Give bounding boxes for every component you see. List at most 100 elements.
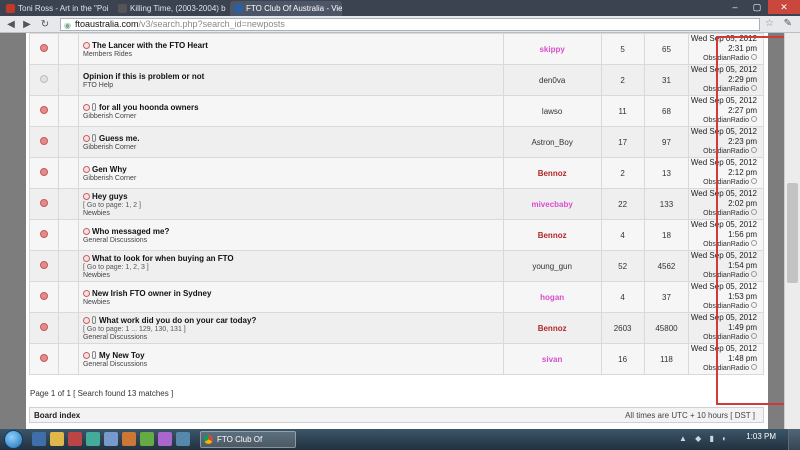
- back-arrow-icon[interactable]: ◀: [4, 18, 18, 31]
- app-icon[interactable]: [122, 432, 136, 446]
- taskbar-chrome-window[interactable]: FTO Club Of Austral...: [200, 431, 296, 448]
- minimize-button[interactable]: –: [724, 0, 746, 14]
- topic-title-link[interactable]: Who messaged me?: [92, 227, 169, 236]
- topic-author-link[interactable]: Bennoz: [538, 169, 567, 178]
- topic-author-link[interactable]: mivecbaby: [531, 200, 572, 209]
- topic-title-link[interactable]: Gen Why: [92, 165, 127, 174]
- topic-title-link[interactable]: Hey guys: [92, 192, 128, 201]
- scrollbar-thumb[interactable]: [787, 183, 798, 283]
- forum-link[interactable]: Members Rides: [83, 51, 132, 58]
- forward-arrow-icon[interactable]: ▶: [20, 18, 34, 31]
- view-latest-post-icon[interactable]: [751, 364, 757, 370]
- topic-author-link[interactable]: Bennoz: [538, 324, 567, 333]
- topic-title-link[interactable]: My New Toy: [99, 351, 145, 360]
- topic-author-link[interactable]: young_gun: [532, 262, 572, 271]
- topic-title-link[interactable]: for all you hoonda owners: [99, 103, 199, 112]
- app-icon[interactable]: [140, 432, 154, 446]
- view-latest-post-icon[interactable]: [751, 54, 757, 60]
- last-post-author-link[interactable]: ObsidianRadio: [703, 179, 749, 186]
- topic-title-link[interactable]: Opinion if this is problem or not: [83, 72, 204, 81]
- view-latest-post-icon[interactable]: [751, 302, 757, 308]
- folder-icon[interactable]: [50, 432, 64, 446]
- last-post-author-link[interactable]: ObsidianRadio: [703, 117, 749, 124]
- media-player-icon[interactable]: [68, 432, 82, 446]
- view-latest-post-icon[interactable]: [751, 271, 757, 277]
- view-first-unread-icon[interactable]: [82, 192, 90, 200]
- start-button[interactable]: [4, 430, 23, 449]
- forum-link[interactable]: Gibberish Corner: [83, 175, 136, 182]
- topic-author-link[interactable]: skippy: [539, 45, 564, 54]
- view-latest-post-icon[interactable]: [751, 116, 757, 122]
- browser-tab-1[interactable]: Toni Ross - Art in the "Poi: [2, 1, 110, 16]
- ie-icon[interactable]: [32, 432, 46, 446]
- topic-author-link[interactable]: hogan: [540, 293, 564, 302]
- show-desktop-button[interactable]: [788, 429, 800, 450]
- forum-link[interactable]: Newbies: [83, 299, 110, 306]
- view-first-unread-icon[interactable]: [82, 351, 90, 359]
- app-icon[interactable]: [86, 432, 100, 446]
- wrench-icon[interactable]: ✎: [784, 18, 792, 29]
- view-first-unread-icon[interactable]: [82, 103, 90, 111]
- app-icon[interactable]: [104, 432, 118, 446]
- last-post-date: Wed Sep 05, 2012: [690, 282, 757, 291]
- view-first-unread-icon[interactable]: [82, 289, 90, 297]
- last-post-author-link[interactable]: ObsidianRadio: [703, 365, 749, 372]
- app-icon[interactable]: [158, 432, 172, 446]
- view-latest-post-icon[interactable]: [751, 178, 757, 184]
- close-window-button[interactable]: ✕: [768, 0, 800, 14]
- view-latest-post-icon[interactable]: [751, 85, 757, 91]
- board-index-link[interactable]: Board index: [34, 411, 80, 420]
- taskbar-clock[interactable]: 1:03 PM: [746, 432, 776, 441]
- forum-link[interactable]: General Discussions: [83, 334, 147, 341]
- last-post-author-link[interactable]: ObsidianRadio: [703, 272, 749, 279]
- topic-author-link[interactable]: Astron_Boy: [531, 138, 572, 147]
- browser-tab-2[interactable]: Killing Time, (2003-2004) b: [114, 1, 226, 16]
- topic-row: What work did you do on your car today?[…: [29, 312, 764, 344]
- last-post-author-link[interactable]: ObsidianRadio: [703, 334, 749, 341]
- forum-link[interactable]: Gibberish Corner: [83, 144, 136, 151]
- forum-link[interactable]: General Discussions: [83, 361, 147, 368]
- last-post-author-link[interactable]: ObsidianRadio: [703, 241, 749, 248]
- view-latest-post-icon[interactable]: [751, 147, 757, 153]
- topic-title-link[interactable]: What to look for when buying an FTO: [92, 254, 234, 263]
- browser-tab-3[interactable]: FTO Club Of Australia - Vie: [230, 1, 342, 16]
- view-first-unread-icon[interactable]: [82, 41, 90, 49]
- view-first-unread-icon[interactable]: [82, 254, 90, 262]
- last-post-author-link[interactable]: ObsidianRadio: [703, 303, 749, 310]
- topic-title-link[interactable]: Guess me.: [99, 134, 139, 143]
- topic-author-link[interactable]: den0va: [539, 76, 565, 85]
- topic-page-links[interactable]: [ Go to page: 1 ... 129, 130, 131 ]: [83, 326, 503, 333]
- topic-author-link[interactable]: lawso: [542, 107, 562, 116]
- last-post-author-link[interactable]: ObsidianRadio: [703, 148, 749, 155]
- system-tray-icons[interactable]: ▲ ◆ ▮ ◐: [679, 434, 730, 443]
- topic-page-links[interactable]: [ Go to page: 1, 2 ]: [83, 202, 503, 209]
- last-post-time: 1:49 pm: [728, 323, 757, 332]
- topic-title-link[interactable]: What work did you do on your car today?: [99, 316, 256, 325]
- forum-link[interactable]: FTO Help: [83, 82, 113, 89]
- app-icon[interactable]: [176, 432, 190, 446]
- reload-icon[interactable]: ↻: [38, 18, 52, 31]
- view-first-unread-icon[interactable]: [82, 227, 90, 235]
- view-latest-post-icon[interactable]: [751, 209, 757, 215]
- topic-author-link[interactable]: sivan: [542, 355, 562, 364]
- view-first-unread-icon[interactable]: [82, 134, 90, 142]
- view-latest-post-icon[interactable]: [751, 240, 757, 246]
- forum-link[interactable]: Gibberish Corner: [83, 113, 136, 120]
- view-first-unread-icon[interactable]: [82, 165, 90, 173]
- bookmark-star-icon[interactable]: ☆: [765, 18, 774, 29]
- last-post-author-link[interactable]: ObsidianRadio: [703, 210, 749, 217]
- address-bar[interactable]: ◉ ftoaustralia.com/v3/search.php?search_…: [60, 18, 760, 31]
- topic-title-link[interactable]: New Irish FTO owner in Sydney: [92, 289, 211, 298]
- maximize-button[interactable]: ▢: [746, 0, 768, 14]
- forum-link[interactable]: General Discussions: [83, 237, 147, 244]
- topic-title-link[interactable]: The Lancer with the FTO Heart: [92, 41, 208, 50]
- view-first-unread-icon[interactable]: [82, 316, 90, 324]
- view-latest-post-icon[interactable]: [751, 333, 757, 339]
- forum-link[interactable]: Newbies: [83, 272, 110, 279]
- topic-page-links[interactable]: [ Go to page: 1, 2, 3 ]: [83, 264, 503, 271]
- page-scrollbar[interactable]: [784, 33, 800, 429]
- last-post-author-link[interactable]: ObsidianRadio: [703, 86, 749, 93]
- forum-link[interactable]: Newbies: [83, 210, 110, 217]
- topic-author-link[interactable]: Bennoz: [538, 231, 567, 240]
- last-post-author-link[interactable]: ObsidianRadio: [703, 55, 749, 62]
